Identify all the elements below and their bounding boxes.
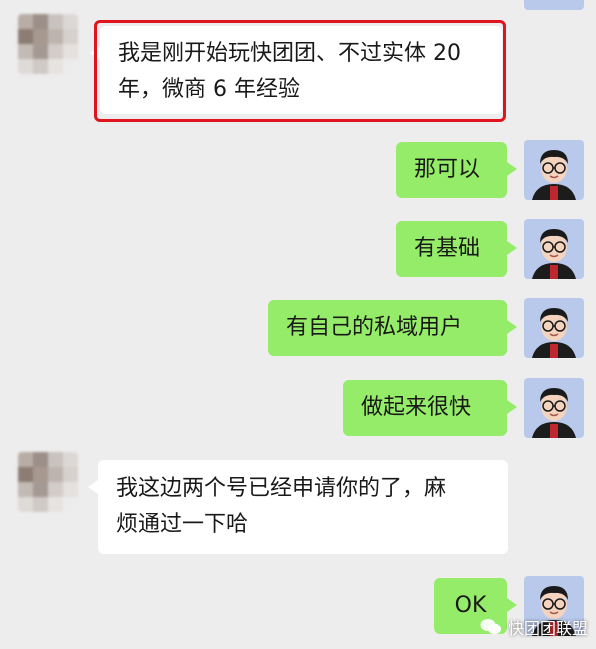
avatar-self-top-partial[interactable] xyxy=(524,0,584,10)
cartoon-man-icon xyxy=(532,150,576,200)
cartoon-man-icon xyxy=(532,308,576,358)
watermark-text: 快团团联盟 xyxy=(507,619,588,638)
cartoon-man-icon xyxy=(532,388,576,438)
message-bubble-sent: 有基础 xyxy=(396,221,517,277)
message-bubble-received: 我这边两个号已经申请你的了，麻 烦通过一下哈 xyxy=(88,460,508,554)
message-bubble-sent: 有自己的私域用户 xyxy=(268,300,517,356)
watermark: 快团团联盟 xyxy=(480,615,588,639)
avatar-contact-blurred[interactable] xyxy=(18,14,78,74)
message-text: 做起来很快 xyxy=(361,395,472,420)
wechat-icon xyxy=(480,619,501,635)
message-text-line: 烦通过一下哈 xyxy=(116,512,249,537)
message-text-line: 我这边两个号已经申请你的了，麻 xyxy=(116,476,447,501)
avatar-self[interactable] xyxy=(524,219,584,279)
avatar-self[interactable] xyxy=(524,298,584,358)
message-text: 那可以 xyxy=(414,157,481,182)
message-text: 有自己的私域用户 xyxy=(286,315,463,340)
highlight-box xyxy=(94,20,506,122)
avatar-contact-blurred[interactable] xyxy=(18,452,78,512)
avatar-self[interactable] xyxy=(524,378,584,438)
cartoon-man-icon xyxy=(532,229,576,279)
message-bubble-sent: 做起来很快 xyxy=(343,380,517,436)
avatar-self[interactable] xyxy=(524,140,584,200)
message-bubble-sent: 那可以 xyxy=(396,142,517,198)
message-text: 有基础 xyxy=(414,236,481,261)
